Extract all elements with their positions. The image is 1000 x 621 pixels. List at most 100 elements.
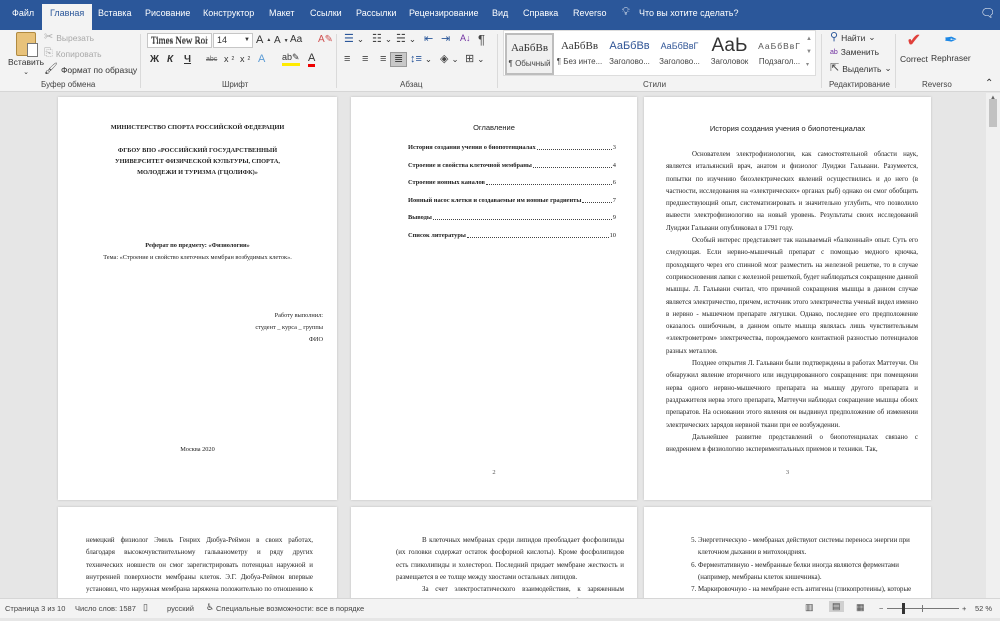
- page-count[interactable]: Страница 3 из 10: [5, 604, 65, 613]
- group-label-styles: Стили: [643, 80, 667, 89]
- shrink-font-icon[interactable]: A ▼: [274, 35, 289, 46]
- tab-home[interactable]: Главная: [42, 4, 93, 30]
- shading-icon[interactable]: ◈ ⌄: [440, 54, 459, 65]
- align-left-icon[interactable]: ≡: [344, 54, 350, 65]
- find-button[interactable]: ⚲ Найти ⌄: [830, 32, 875, 43]
- toc-leader: [485, 180, 612, 185]
- paragraph: В клеточных мембранах среди липидов прео…: [396, 537, 624, 581]
- group-label-reverso: Reverso: [922, 80, 952, 89]
- word-count[interactable]: Число слов: 1587: [75, 604, 136, 613]
- correct-button[interactable]: ✔︎ Correct: [900, 30, 928, 64]
- language-indicator[interactable]: русский: [167, 604, 194, 613]
- replace-button[interactable]: ab Заменить: [830, 47, 879, 57]
- subscript-icon[interactable]: x2: [224, 54, 234, 64]
- collapse-ribbon-icon[interactable]: ⌃: [985, 78, 993, 89]
- divider: [140, 34, 141, 88]
- zoom-level[interactable]: 52 %: [975, 604, 992, 613]
- bold-button[interactable]: Ж: [150, 54, 159, 65]
- proofing-icon[interactable]: ▯: [143, 602, 148, 613]
- style-subtitle[interactable]: АаБбВвГ Подзагол...: [755, 33, 804, 75]
- toc-entry[interactable]: Ионный насос клетки и создаваемые им ион…: [408, 196, 616, 204]
- tab-view[interactable]: Вид: [492, 8, 508, 18]
- style-sample: АаБбВвГ: [660, 41, 699, 51]
- toc-entry[interactable]: Выводы 9: [408, 214, 616, 221]
- correct-check-icon: ✔︎: [906, 30, 922, 50]
- superscript-icon[interactable]: x2: [240, 54, 250, 64]
- tell-me-input[interactable]: Что вы хотите сделать?: [639, 8, 739, 18]
- align-center-icon[interactable]: ≡: [362, 54, 368, 65]
- font-color-icon[interactable]: A: [308, 52, 316, 67]
- show-formatting-icon[interactable]: ¶: [478, 33, 485, 46]
- select-button[interactable]: ⇱ Выделить ⌄: [830, 63, 892, 74]
- style-title[interactable]: АаЬ Заголовок: [705, 33, 754, 75]
- style-name: Заголовок: [710, 57, 749, 66]
- style-heading-2[interactable]: АаБбВвГ Заголово...: [655, 33, 704, 75]
- toc-entry-title: История создания учения о биопотенциалах: [408, 144, 536, 151]
- numbering-icon[interactable]: ☷ ⌄: [372, 34, 392, 45]
- scrollbar-thumb[interactable]: [989, 99, 997, 127]
- grow-font-icon[interactable]: A ▲: [256, 34, 271, 46]
- style-sample: АаБбВв: [609, 40, 650, 52]
- align-right-icon[interactable]: ≡: [380, 54, 386, 65]
- comments-icon[interactable]: 🗨︎: [980, 6, 995, 20]
- bullets-icon[interactable]: ☰ ⌄: [344, 34, 364, 45]
- justify-icon[interactable]: ≣: [390, 52, 408, 67]
- print-layout-icon[interactable]: ▤: [829, 601, 844, 612]
- borders-icon[interactable]: ⊞ ⌄: [465, 54, 484, 65]
- toc-entry-title: Строение ионных каналов: [408, 179, 485, 186]
- zoom-out-button[interactable]: −: [879, 604, 883, 613]
- tab-design[interactable]: Конструктор: [203, 8, 254, 18]
- tab-review[interactable]: Рецензирование: [409, 8, 479, 18]
- tab-insert[interactable]: Вставка: [98, 8, 131, 18]
- web-layout-icon[interactable]: ▦: [856, 602, 865, 613]
- cut-button[interactable]: ✂ Вырезать: [44, 32, 94, 43]
- line-spacing-icon[interactable]: ↕≡ ⌄: [410, 54, 432, 65]
- decrease-indent-icon[interactable]: ⇤: [424, 34, 433, 45]
- tab-help[interactable]: Справка: [523, 8, 558, 18]
- style-heading-1[interactable]: АаБбВв Заголово...: [605, 33, 654, 75]
- font-name-select[interactable]: Times New Roi: [147, 33, 212, 48]
- accessibility-status[interactable]: Специальные возможности: все в порядке: [216, 604, 364, 613]
- zoom-in-button[interactable]: +: [962, 604, 966, 613]
- font-size-value: 14: [217, 35, 228, 45]
- vertical-scrollbar[interactable]: ▲: [986, 93, 1000, 598]
- multilevel-list-icon[interactable]: ☵ ⌄: [396, 34, 416, 45]
- tab-layout[interactable]: Макет: [269, 8, 294, 18]
- strikethrough-button[interactable]: abc: [206, 56, 217, 63]
- page-5: В клеточных мембранах среди липидов прео…: [351, 507, 637, 618]
- tab-file[interactable]: Файл: [12, 8, 34, 18]
- underline-button[interactable]: Ч: [184, 54, 191, 65]
- copy-button[interactable]: ⎘ Копировать: [44, 48, 102, 59]
- toc-entry-title: Ионный насос клетки и создаваемые им ион…: [408, 196, 582, 204]
- format-painter-button[interactable]: 🖌︎ Формат по образцу: [44, 64, 137, 75]
- font-size-select[interactable]: 14 ▼: [213, 33, 253, 48]
- style-no-spacing[interactable]: АаБбВв ¶ Без инте...: [555, 33, 604, 75]
- tab-reverso[interactable]: Reverso: [573, 8, 607, 18]
- tab-references[interactable]: Ссылки: [310, 8, 342, 18]
- select-label: Выделить: [842, 63, 882, 74]
- font-name-input[interactable]: [148, 34, 211, 47]
- toc-entry[interactable]: История создания учения о биопотенциалах…: [408, 144, 616, 151]
- tab-mailings[interactable]: Рассылки: [356, 8, 396, 18]
- text-effects-icon[interactable]: A: [258, 53, 265, 65]
- toc-entry-title: Строение и свойства клеточной мембраны: [408, 161, 532, 169]
- gallery-scroll-arrows[interactable]: ▲ ▼ ▾: [806, 33, 812, 72]
- zoom-slider[interactable]: [887, 603, 959, 614]
- tab-draw[interactable]: Рисование: [145, 8, 190, 18]
- paste-button[interactable]: Вставить ⌄: [8, 32, 44, 76]
- group-label-editing: Редактирование: [829, 80, 890, 89]
- toc-entry[interactable]: Строение ионных каналов 6: [408, 179, 616, 186]
- italic-button[interactable]: К: [167, 54, 173, 65]
- sort-icon[interactable]: A↓: [460, 34, 471, 43]
- paragraph: Основателем электрофизиологии, как самос…: [666, 151, 918, 232]
- read-mode-icon[interactable]: ▥: [805, 602, 814, 613]
- style-normal[interactable]: АаБбВв ¶ Обычный: [505, 33, 554, 75]
- change-case-button[interactable]: Aa: [290, 34, 302, 45]
- clear-formatting-icon[interactable]: A✎: [318, 34, 333, 45]
- toc-entry[interactable]: Строение и свойства клеточной мембраны 4: [408, 161, 616, 169]
- increase-indent-icon[interactable]: ⇥: [441, 34, 450, 45]
- rephraser-button[interactable]: ✒︎ Rephraser: [931, 30, 971, 63]
- toc-entry[interactable]: Список литературы 10: [408, 232, 616, 239]
- highlight-icon[interactable]: ab✎: [282, 52, 300, 66]
- zoom-slider-thumb[interactable]: [902, 603, 906, 614]
